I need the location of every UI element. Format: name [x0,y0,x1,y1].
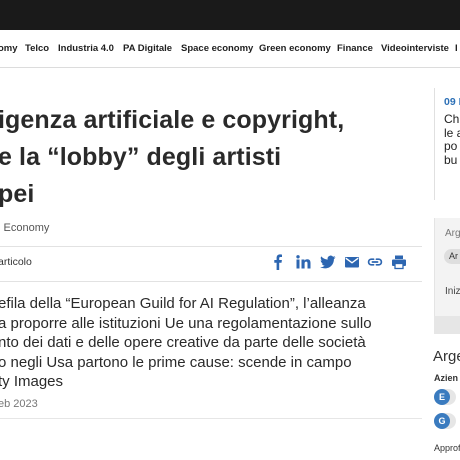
sidebar-gray-block [434,316,460,334]
print-icon[interactable] [391,254,407,270]
company-avatar[interactable]: E [434,389,450,405]
nav-item-industria[interactable]: Industria 4.0 [58,43,114,54]
company-avatar[interactable]: G [434,413,450,429]
sidebar-heading: Arge [433,348,460,365]
sidebar-topic-pill[interactable]: Ar [444,249,460,264]
nav-item-videointerviste[interactable]: Videointerviste [381,43,449,54]
sidebar-news-line: po [444,139,458,153]
sidebar-news-line: bu [444,152,458,167]
divider [0,418,422,419]
link-icon[interactable] [367,254,383,270]
article-title-line: igenza artificiale e copyright, [0,106,345,134]
article-category[interactable]: l Economy [0,222,49,234]
article-date: eb 2023 [0,398,38,410]
twitter-icon[interactable] [320,254,336,270]
divider [0,281,422,282]
sidebar-news-text[interactable]: Ch le a po bu [444,112,460,167]
linkedin-icon[interactable] [295,254,311,270]
sidebar-further-reading-label: Approf [434,443,460,453]
article-title: igenza artificiale e copyright, e la “lo… [0,102,428,213]
nav-item-green-economy[interactable]: Green economy [259,43,331,54]
share-label: articolo [0,256,32,268]
sidebar-news-line: Ch [444,112,460,126]
divider [0,246,422,247]
article-main: igenza artificiale e copyright, e la “lo… [0,68,430,460]
sidebar-initiative-label[interactable]: Iniz [445,286,460,297]
article-title-line: pei [0,180,35,208]
article-summary: efila della “European Guild for AI Regul… [0,294,428,392]
facebook-icon[interactable] [270,254,286,270]
summary-line: efila della “European Guild for AI Regul… [0,295,366,312]
summary-line: o negli Usa partono le prime cause: scen… [0,353,352,371]
article-title-line: e la “lobby” degli artisti [0,143,282,171]
sidebar-news-date: 09 N [444,96,460,108]
summary-line: a proporre alle istituzioni Ue una regol… [0,314,372,332]
email-icon[interactable] [344,254,360,270]
nav-item-space-economy[interactable]: Space economy [181,43,253,54]
sidebar-companies-label: Azien [434,373,459,383]
top-black-bar [0,0,460,30]
nav-item-pa-digitale[interactable]: PA Digitale [123,43,172,54]
summary-line: ty Images [0,373,64,390]
sidebar-topic-label: Arg [445,228,460,239]
nav-item-economy[interactable]: omy [0,43,18,54]
main-navigation: omy Telco Industria 4.0 PA Digitale Spac… [0,30,460,68]
nav-item-finance[interactable]: Finance [337,43,373,54]
nav-item-telco[interactable]: Telco [25,43,49,54]
summary-line: nto dei dati e delle opere creative da p… [0,334,366,351]
sidebar-news-line: le a [444,125,460,140]
nav-item-more[interactable]: I [455,43,458,54]
